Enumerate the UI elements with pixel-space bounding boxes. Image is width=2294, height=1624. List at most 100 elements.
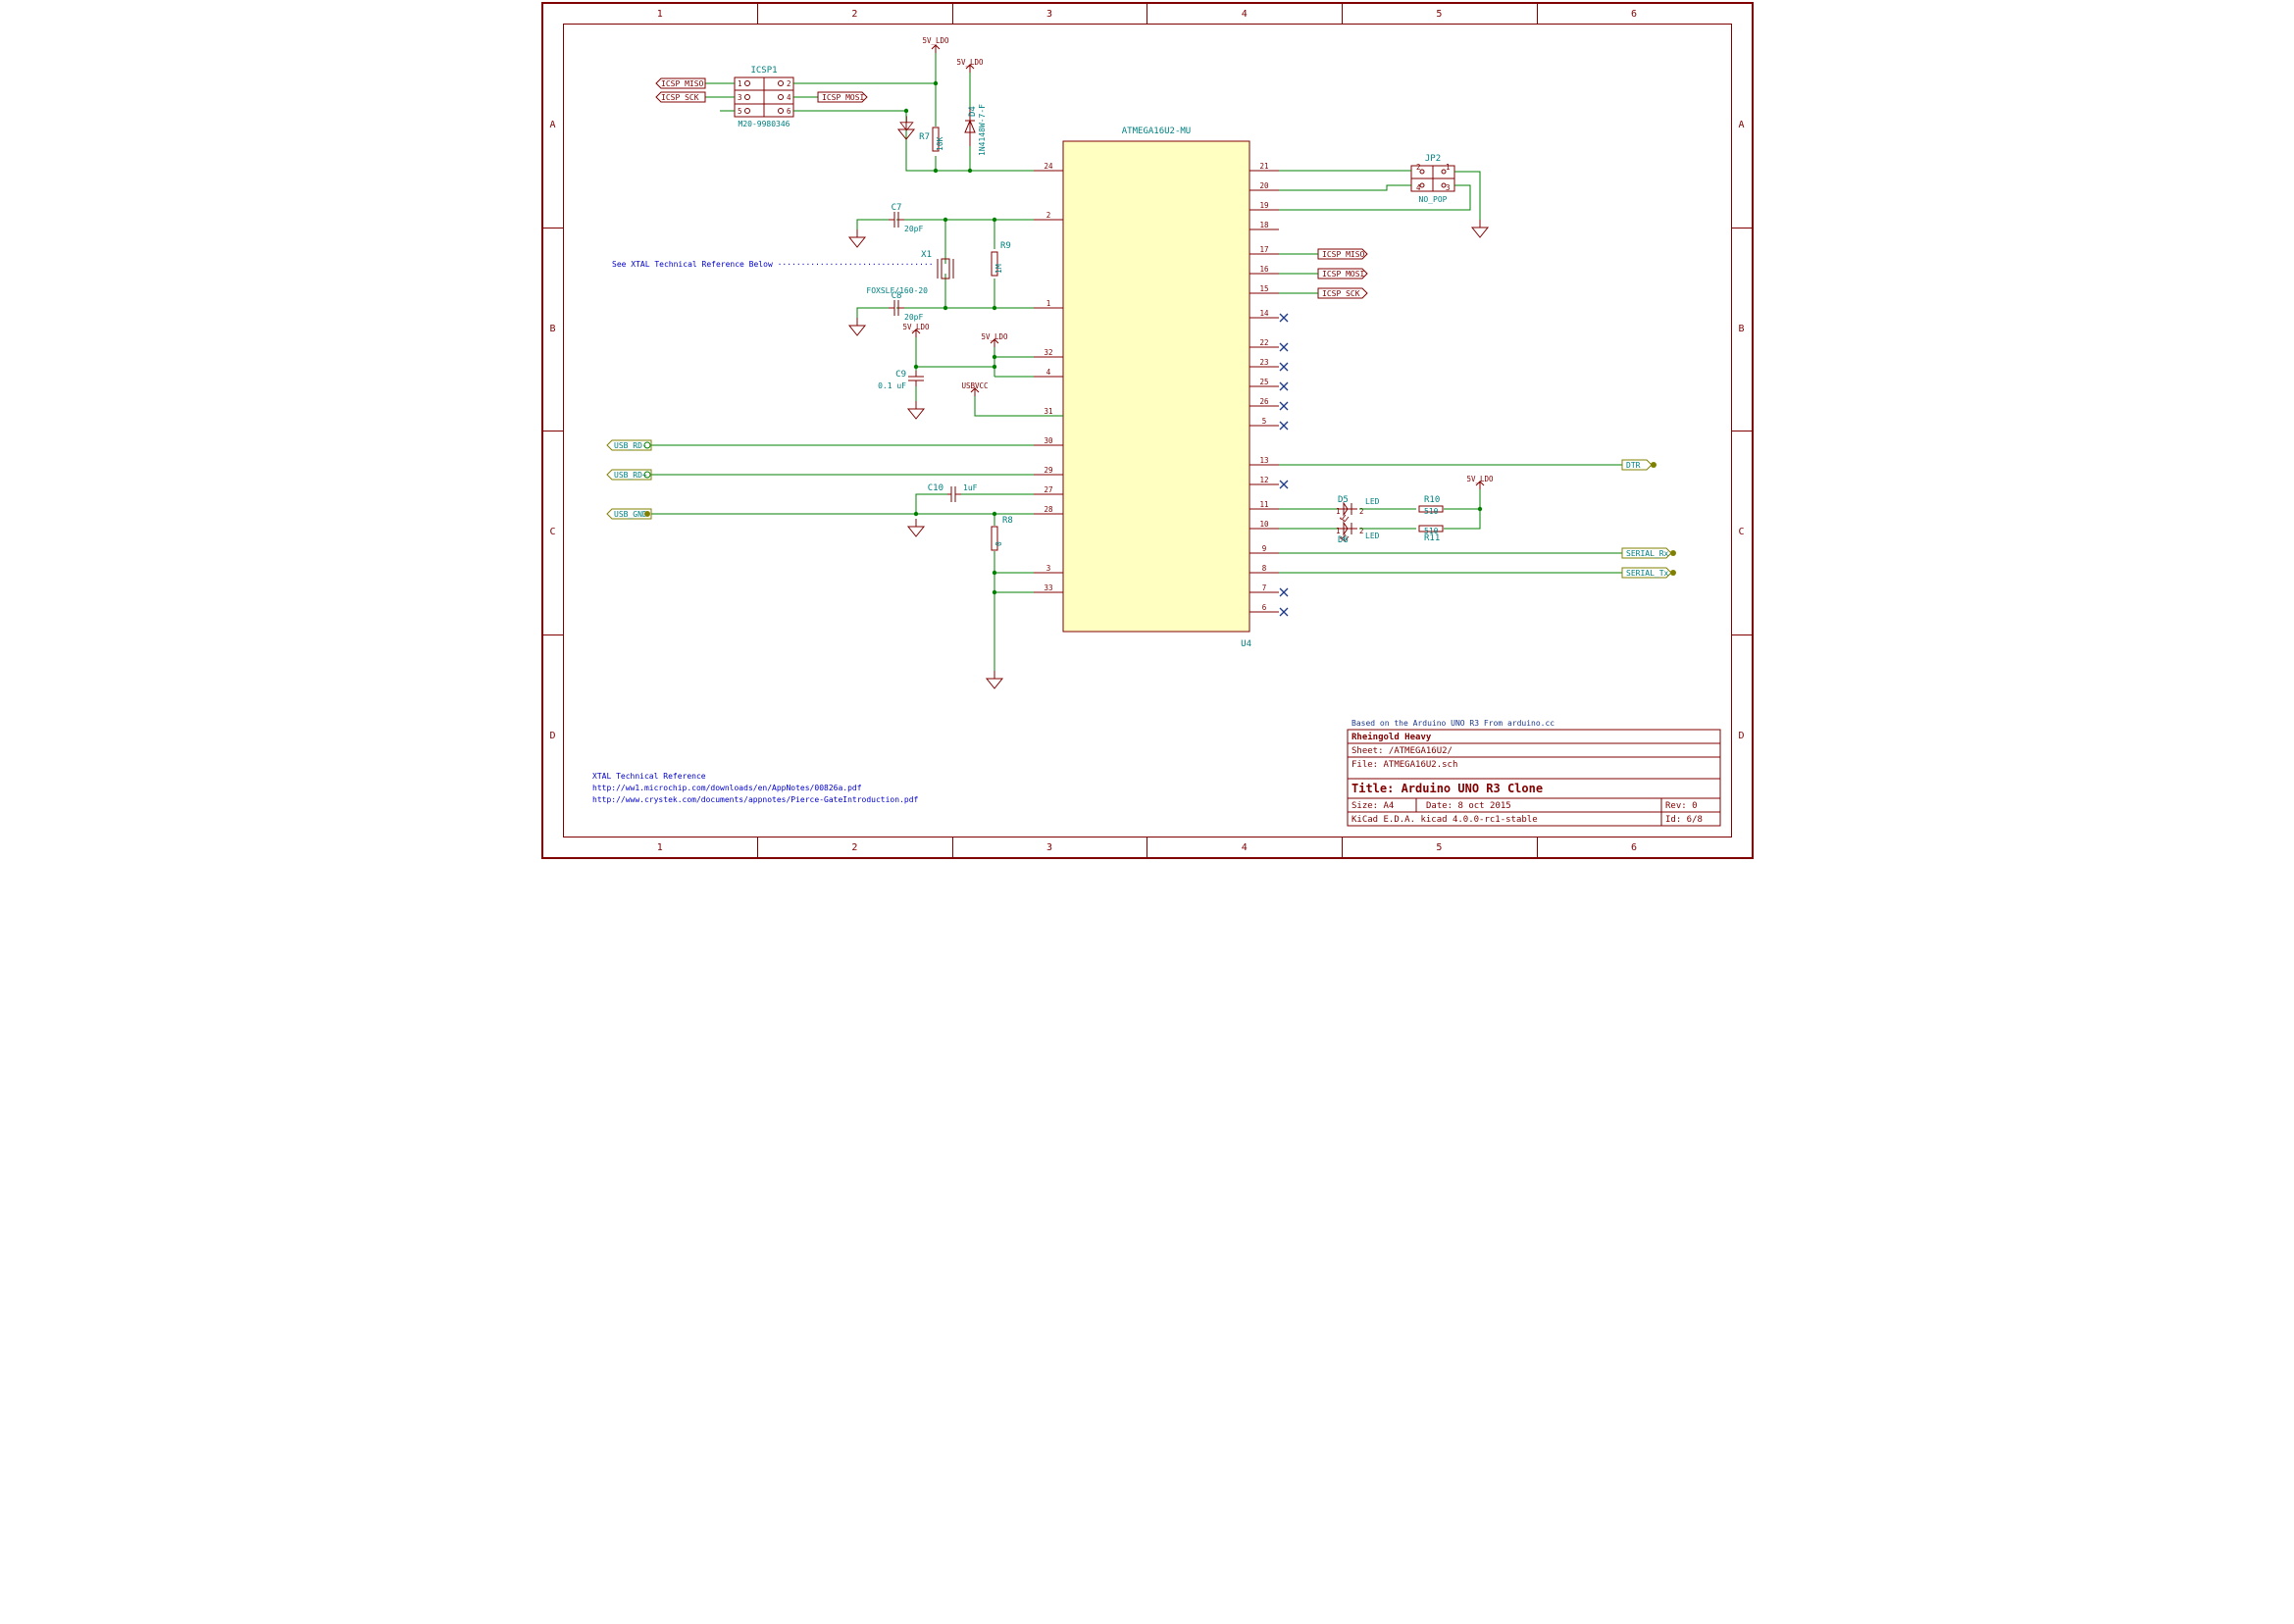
svg-text:0.1 uF: 0.1 uF: [878, 381, 906, 390]
svg-text:Based on the Arduino UNO R3 Fr: Based on the Arduino UNO R3 From arduino…: [1351, 719, 1555, 728]
svg-text:21: 21: [1259, 162, 1268, 171]
svg-text:Size: A4: Size: A4: [1351, 801, 1394, 811]
svg-text:24: 24: [1044, 162, 1053, 171]
svg-text:5V_LDO: 5V_LDO: [1466, 475, 1494, 483]
svg-text:R8: R8: [1002, 516, 1013, 526]
svg-text:D6: D6: [1338, 535, 1349, 545]
svg-text:5: 5: [1261, 417, 1266, 426]
svg-text:13: 13: [1259, 456, 1268, 465]
svg-text:9: 9: [1261, 544, 1266, 553]
ruler-col: 6: [1537, 4, 1732, 24]
ruler-col: 2: [757, 4, 953, 24]
svg-text:LED: LED: [1365, 532, 1380, 540]
svg-text:Rev: 0: Rev: 0: [1665, 801, 1698, 811]
svg-text:3: 3: [1045, 564, 1050, 573]
svg-text:2: 2: [1359, 527, 1364, 535]
svg-text:D4: D4: [968, 106, 978, 117]
ruler-col: 1: [563, 4, 759, 24]
svg-text:X1: X1: [921, 250, 932, 260]
svg-text:4: 4: [787, 93, 791, 102]
svg-text:C8: C8: [891, 291, 901, 301]
svg-text:15: 15: [1259, 284, 1268, 293]
svg-text:LED: LED: [1365, 497, 1380, 506]
icsp-header: 1 2 3 4 5 6 ICSP1 M20-9980346: [735, 66, 793, 128]
svg-text:5: 5: [738, 107, 742, 116]
svg-text:Id: 6/8: Id: 6/8: [1665, 815, 1703, 825]
svg-text:ICSP_MOSI: ICSP_MOSI: [1322, 270, 1365, 279]
svg-text:28: 28: [1044, 505, 1053, 514]
svg-text:ICSP_MISO: ICSP_MISO: [1322, 250, 1365, 259]
svg-text:14: 14: [1259, 309, 1269, 318]
svg-text:20pF: 20pF: [904, 313, 923, 322]
svg-text:ICSP_MOSI: ICSP_MOSI: [822, 93, 865, 102]
svg-text:16: 16: [1259, 265, 1269, 274]
svg-text:M20-9980346: M20-9980346: [738, 120, 790, 128]
svg-text:3: 3: [738, 93, 742, 102]
schematic-canvas: 24RESET(PC1/DW)2XTAL(PC0)1XTAL132AVCC4VC…: [563, 24, 1740, 845]
svg-text:5V_LDO: 5V_LDO: [922, 36, 949, 45]
svg-text:SERIAL_Tx: SERIAL_Tx: [1626, 569, 1669, 578]
svg-text:1: 1: [1045, 299, 1050, 308]
ruler-left: A B C D: [543, 24, 563, 837]
svg-text:DTR: DTR: [1626, 461, 1641, 470]
svg-text:5V_LDO: 5V_LDO: [981, 332, 1008, 341]
ruler-col: 3: [952, 4, 1148, 24]
ic-body: [1063, 141, 1249, 632]
ic-ref: U4: [1241, 639, 1251, 649]
svg-text:ICSP_SCK: ICSP_SCK: [661, 93, 699, 102]
svg-text:USBVCC: USBVCC: [961, 381, 988, 390]
svg-text:0: 0: [994, 541, 1003, 546]
svg-text:JP2: JP2: [1424, 154, 1440, 164]
svg-text:2: 2: [1359, 507, 1364, 516]
svg-text:File: ATMEGA16U2.sch: File: ATMEGA16U2.sch: [1351, 760, 1457, 770]
svg-text:11: 11: [1259, 500, 1268, 509]
svg-text:33: 33: [1044, 584, 1052, 592]
svg-text:3: 3: [1446, 183, 1451, 192]
svg-text:6: 6: [787, 107, 791, 116]
svg-text:2: 2: [1045, 211, 1050, 220]
ruler-row: A: [543, 24, 563, 228]
svg-text:Date: 8 oct 2015: Date: 8 oct 2015: [1426, 801, 1511, 811]
svg-text:29: 29: [1044, 466, 1052, 475]
svg-text:32: 32: [1044, 348, 1052, 357]
svg-text:Sheet: /ATMEGA16U2/: Sheet: /ATMEGA16U2/: [1351, 746, 1453, 756]
ruler-top: 1 2 3 4 5 6: [563, 4, 1732, 24]
svg-text:ICSP1: ICSP1: [750, 66, 777, 76]
svg-text:R9: R9: [1000, 241, 1011, 251]
ruler-col: 5: [1342, 4, 1538, 24]
ruler-row: C: [543, 431, 563, 635]
svg-text:510: 510: [1424, 507, 1439, 516]
svg-text:ICSP_MISO: ICSP_MISO: [661, 79, 704, 88]
svg-text:C9: C9: [895, 370, 906, 380]
svg-text:10: 10: [1259, 520, 1269, 529]
svg-text:5V_LDO: 5V_LDO: [956, 58, 984, 67]
ruler-row: D: [543, 634, 563, 838]
ruler-col: 4: [1147, 4, 1344, 24]
svg-text:1: 1: [1446, 163, 1451, 172]
svg-text:D5: D5: [1338, 495, 1349, 505]
svg-text:http://ww1.microchip.com/downl: http://ww1.microchip.com/downloads/en/Ap…: [592, 784, 862, 792]
svg-text:10K: 10K: [936, 136, 944, 151]
svg-text:30: 30: [1044, 436, 1053, 445]
svg-text:19: 19: [1259, 201, 1268, 210]
svg-text:510: 510: [1424, 527, 1439, 535]
svg-text:12: 12: [1259, 476, 1268, 484]
svg-text:7: 7: [1261, 584, 1266, 592]
svg-text:1: 1: [738, 79, 742, 88]
ic-value: ATMEGA16U2-MU: [1121, 127, 1190, 136]
svg-text:USB_RD-: USB_RD-: [614, 441, 647, 450]
svg-text:18: 18: [1259, 221, 1269, 229]
svg-text:KiCad E.D.A. kicad 4.0.0-rc1-: KiCad E.D.A. kicad 4.0.0-rc1-stable: [1351, 815, 1538, 825]
svg-text:SERIAL_Rx: SERIAL_Rx: [1626, 549, 1669, 558]
svg-text:http://www.crystek.com/documen: http://www.crystek.com/documents/appnote…: [592, 795, 919, 804]
svg-text:17: 17: [1259, 245, 1268, 254]
svg-text:ICSP_SCK: ICSP_SCK: [1322, 289, 1360, 298]
svg-text:20pF: 20pF: [904, 225, 923, 233]
svg-text:C10: C10: [927, 483, 943, 493]
svg-text:Title: Arduino UNO R3 Clone: Title: Arduino UNO R3 Clone: [1351, 782, 1543, 795]
svg-text:31: 31: [1044, 407, 1052, 416]
schematic-sheet: 1 2 3 4 5 6 1 2 3 4 5 6 A B C D A B C D: [539, 0, 1756, 861]
svg-text:USB_GND: USB_GND: [614, 510, 647, 519]
svg-text:1N4148W-7-F: 1N4148W-7-F: [978, 104, 987, 156]
svg-text:2: 2: [787, 79, 791, 88]
